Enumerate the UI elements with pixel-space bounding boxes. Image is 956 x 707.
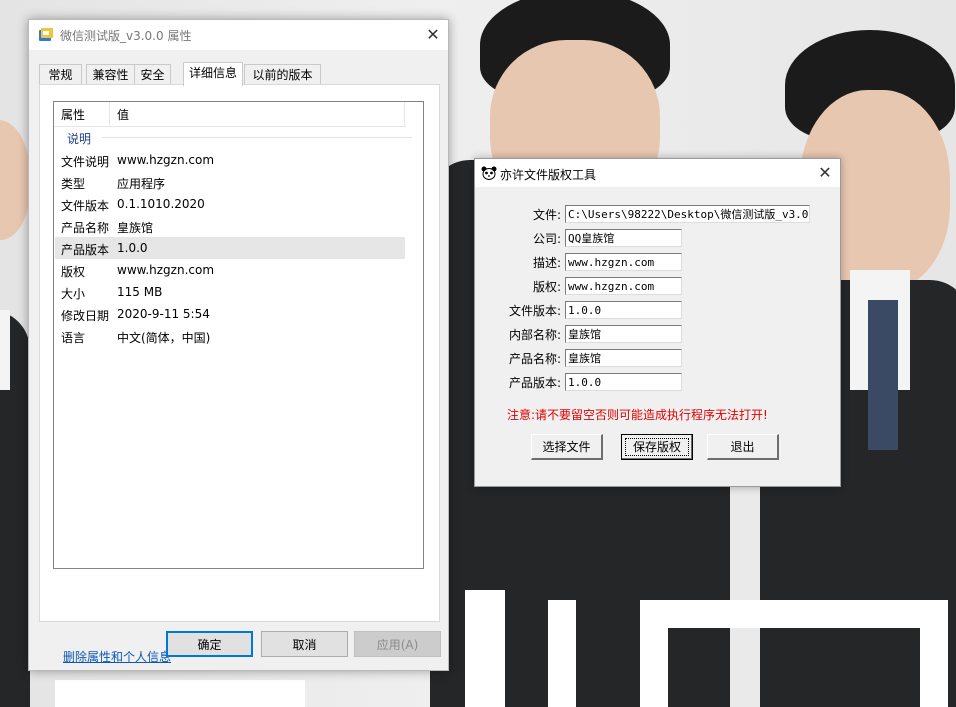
property-value: 1.0.0 — [117, 241, 148, 255]
close-icon[interactable]: ✕ — [812, 160, 838, 186]
apply-button[interactable]: 应用(A) — [354, 631, 441, 657]
column-separator[interactable] — [404, 102, 405, 126]
list-item[interactable]: 文件版本 0.1.1010.2020 — [55, 193, 405, 215]
column-separator[interactable] — [109, 102, 110, 126]
column-header-value[interactable]: 值 — [117, 106, 129, 123]
properties-titlebar[interactable]: 微信测试版_v3.0.0 属性 ✕ — [29, 20, 448, 50]
property-value: 0.1.1010.2020 — [117, 197, 205, 211]
exit-button[interactable]: 退出 — [707, 434, 779, 460]
property-name: 语言 — [61, 331, 86, 345]
list-item[interactable]: 产品名称 皇族馆 — [55, 215, 405, 237]
property-value: 皇族馆 — [117, 221, 154, 235]
column-header-property[interactable]: 属性 — [61, 106, 85, 123]
internal-name-label: 内部名称: — [508, 328, 561, 342]
tool-titlebar[interactable]: 亦许文件版权工具 ✕ — [475, 159, 840, 187]
description-field[interactable]: www.hzgzn.com — [565, 253, 682, 271]
file-path-field[interactable]: C:\Users\98222\Desktop\微信测试版_v3.0.0 — [565, 205, 810, 223]
wallpaper-character-stroke — [640, 600, 668, 707]
tab-details[interactable]: 详细信息 — [183, 62, 243, 86]
list-item-selected[interactable]: 产品版本 1.0.0 — [55, 237, 405, 259]
list-item[interactable]: 大小 115 MB — [55, 281, 405, 303]
property-name: 产品名称 — [61, 221, 110, 235]
tab-security[interactable]: 安全 — [134, 64, 171, 85]
property-value: 应用程序 — [117, 177, 166, 191]
property-name: 文件说明 — [61, 155, 110, 169]
list-header: 属性 值 — [54, 102, 406, 127]
property-value: 中文(简体，中国) — [117, 331, 211, 345]
details-listbox[interactable]: 属性 值 说明 文件说明 www.hzgzn.com 类型 应用程序 文件版本 … — [53, 101, 424, 569]
property-value: www.hzgzn.com — [117, 153, 215, 167]
product-name-label: 产品名称: — [508, 352, 561, 366]
property-value: 2020-9-11 5:54 — [117, 307, 210, 321]
internal-name-field[interactable]: 皇族馆 — [565, 325, 682, 343]
panda-icon — [481, 166, 497, 180]
properties-title: 微信测试版_v3.0.0 属性 — [60, 29, 192, 43]
copyright-tool-window: 亦许文件版权工具 ✕ 文件: C:\Users\98222\Desktop\微信… — [474, 158, 841, 487]
select-file-button[interactable]: 选择文件 — [531, 434, 603, 460]
save-copyright-button[interactable]: 保存版权 — [621, 434, 693, 460]
property-name: 类型 — [61, 177, 86, 191]
wallpaper-character-stroke — [640, 600, 940, 628]
company-field[interactable]: QQ皇族馆 — [565, 229, 682, 247]
property-name: 大小 — [61, 287, 86, 301]
product-name-field[interactable]: 皇族馆 — [565, 349, 682, 367]
list-item[interactable]: 文件说明 www.hzgzn.com — [55, 149, 405, 171]
cancel-button[interactable]: 取消 — [261, 631, 348, 657]
property-value: www.hzgzn.com — [117, 263, 215, 277]
file-version-label: 文件版本: — [508, 304, 561, 318]
product-version-label: 产品版本: — [508, 376, 561, 390]
details-panel: 属性 值 说明 文件说明 www.hzgzn.com 类型 应用程序 文件版本 … — [39, 84, 440, 664]
property-name: 文件版本 — [61, 199, 110, 213]
group-divider — [102, 137, 412, 138]
tab-general[interactable]: 常规 — [39, 64, 82, 85]
copyright-label: 版权: — [532, 280, 561, 294]
tab-compatibility[interactable]: 兼容性 — [86, 64, 135, 85]
list-item[interactable]: 类型 应用程序 — [55, 171, 405, 193]
remove-properties-link[interactable]: 删除属性和个人信息 — [63, 648, 171, 665]
wallpaper-character-stroke — [55, 680, 305, 707]
property-name: 修改日期 — [61, 309, 110, 323]
group-label-description: 说明 — [67, 132, 92, 146]
list-item[interactable]: 版权 www.hzgzn.com — [55, 259, 405, 281]
warning-text: 注意:请不要留空否则可能造成执行程序无法打开! — [507, 408, 768, 422]
product-version-field[interactable]: 1.0.0 — [565, 373, 682, 391]
tab-previous-versions[interactable]: 以前的版本 — [244, 64, 321, 85]
copyright-field[interactable]: www.hzgzn.com — [565, 277, 682, 295]
property-value: 115 MB — [117, 285, 163, 299]
list-item[interactable]: 修改日期 2020-9-11 5:54 — [55, 303, 405, 325]
wallpaper-character-stroke — [465, 590, 505, 707]
tool-title: 亦许文件版权工具 — [500, 168, 597, 182]
close-icon[interactable]: ✕ — [420, 22, 446, 48]
wallpaper-character-stroke — [920, 600, 948, 707]
ok-button[interactable]: 确定 — [166, 631, 253, 657]
property-name: 版权 — [61, 265, 86, 279]
list-item[interactable]: 语言 中文(简体，中国) — [55, 325, 405, 347]
company-label: 公司: — [532, 232, 561, 246]
wallpaper-character-stroke — [548, 600, 576, 707]
file-label: 文件: — [532, 208, 561, 222]
description-label: 描述: — [532, 256, 561, 270]
exe-app-icon — [38, 27, 54, 43]
file-version-field[interactable]: 1.0.0 — [565, 301, 682, 319]
property-name: 产品版本 — [61, 243, 110, 257]
properties-dialog: 微信测试版_v3.0.0 属性 ✕ 常规 兼容性 安全 详细信息 以前的版本 属… — [28, 19, 449, 671]
